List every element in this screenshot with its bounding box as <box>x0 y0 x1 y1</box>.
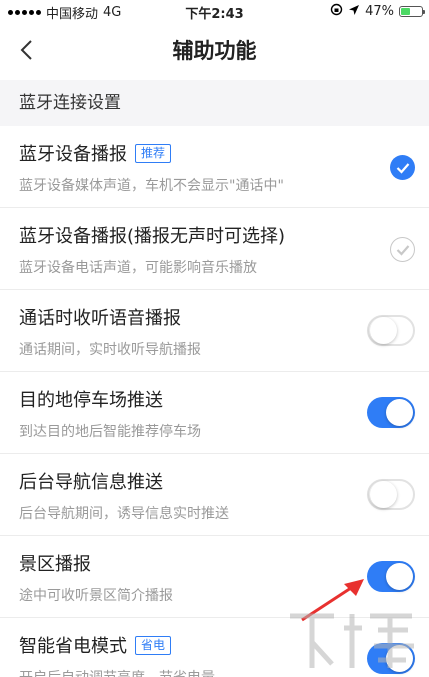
setting-title-text: 智能省电模式 <box>19 636 127 657</box>
setting-description: 通话期间，实时收听导航播报 <box>19 342 201 358</box>
setting-row[interactable]: 后台导航信息推送后台导航期间，诱导信息实时推送 <box>0 454 429 536</box>
setting-title: 蓝牙设备播报 推荐 <box>19 140 172 166</box>
setting-badge: 推荐 <box>135 143 172 163</box>
setting-title-text: 通话时收听语音播报 <box>19 308 181 329</box>
setting-title-text: 目的地停车场推送 <box>19 390 163 411</box>
battery-icon <box>399 6 425 17</box>
toggle-knob <box>370 317 397 344</box>
radio-check-selected[interactable] <box>390 155 415 180</box>
setting-row[interactable]: 目的地停车场推送到达目的地后智能推荐停车场 <box>0 372 429 454</box>
setting-description: 蓝牙设备电话声道，可能影响音乐播放 <box>19 260 257 276</box>
toggle-switch-off[interactable] <box>367 479 415 510</box>
location-arrow-icon <box>348 4 360 20</box>
status-right: 47% <box>330 3 425 20</box>
setting-row[interactable]: 蓝牙设备播报(播报无声时可选择) 蓝牙设备电话声道，可能影响音乐播放 <box>0 208 429 290</box>
toggle-knob <box>370 481 397 508</box>
setting-title-text: 蓝牙设备播报(播报无声时可选择) <box>19 226 286 247</box>
setting-description: 蓝牙设备媒体声道，车机不会显示"通话中" <box>19 178 284 194</box>
back-button[interactable] <box>12 36 40 64</box>
setting-description: 开启后自动调节亮度，节省电量 <box>19 667 215 677</box>
setting-title: 通话时收听语音播报 <box>19 304 181 330</box>
checkmark-icon <box>396 162 409 174</box>
toggle-switch-on[interactable] <box>367 397 415 428</box>
chevron-left-icon <box>20 40 32 60</box>
toggle-knob <box>386 399 413 426</box>
setting-description: 后台导航期间，诱导信息实时推送 <box>19 506 229 522</box>
setting-badge: 省电 <box>135 635 172 655</box>
toggle-switch-off[interactable] <box>367 315 415 346</box>
status-bar: 中国移动 4G 下午2:43 47% <box>0 0 429 22</box>
orientation-lock-icon <box>330 3 343 20</box>
setting-description: 到达目的地后智能推荐停车场 <box>19 424 201 440</box>
battery-percent: 47% <box>365 4 394 19</box>
setting-title: 目的地停车场推送 <box>19 386 163 412</box>
setting-title-text: 景区播报 <box>19 554 91 575</box>
setting-row[interactable]: 通话时收听语音播报通话期间，实时收听导航播报 <box>0 290 429 372</box>
setting-title-text: 后台导航信息推送 <box>19 472 163 493</box>
setting-title: 景区播报 <box>19 550 91 576</box>
setting-row[interactable]: 蓝牙设备播报 推荐蓝牙设备媒体声道，车机不会显示"通话中" <box>0 126 429 208</box>
setting-description: 途中可收听景区简介播报 <box>19 588 173 604</box>
toggle-switch-on[interactable] <box>367 561 415 592</box>
setting-title: 后台导航信息推送 <box>19 468 163 494</box>
toggle-knob <box>386 563 413 590</box>
setting-title: 蓝牙设备播报(播报无声时可选择) <box>19 222 285 248</box>
setting-title-text: 蓝牙设备播报 <box>19 144 127 165</box>
page-title: 辅助功能 <box>172 39 257 63</box>
setting-title: 智能省电模式 省电 <box>19 632 172 658</box>
watermark-logo <box>290 613 414 668</box>
nav-bar: 辅助功能 <box>0 22 429 80</box>
section-header: 蓝牙连接设置 <box>0 80 429 126</box>
radio-check-unselected[interactable] <box>390 237 415 262</box>
checkmark-icon <box>396 244 409 256</box>
